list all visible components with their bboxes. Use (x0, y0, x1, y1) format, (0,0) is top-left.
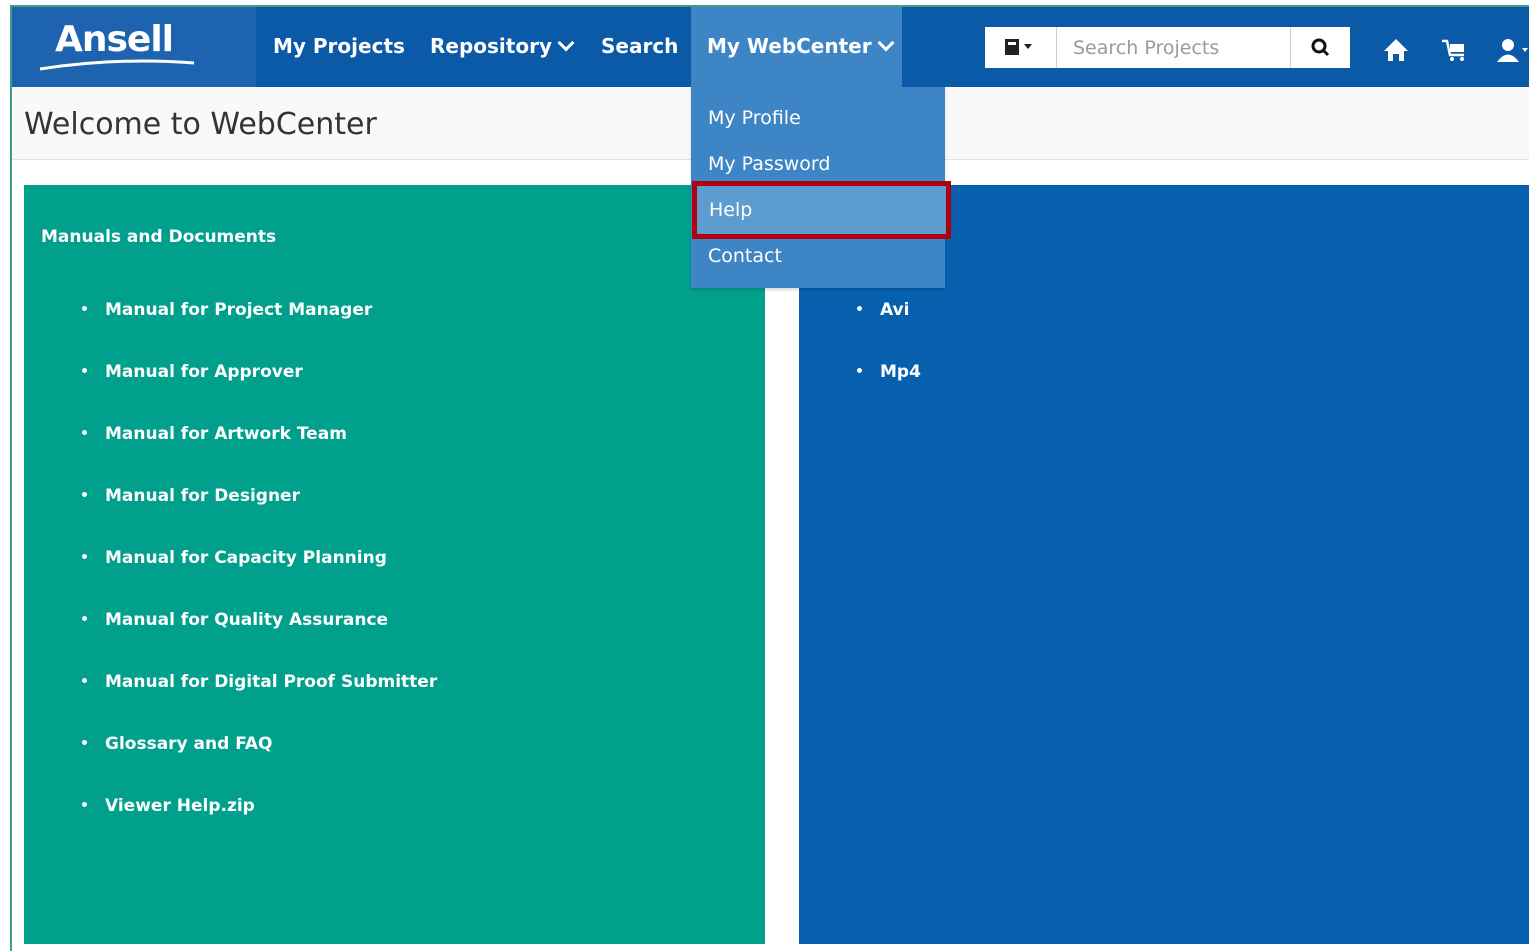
nav-label: Search (601, 34, 679, 58)
bullet-icon (82, 678, 87, 683)
list-item[interactable]: Manual for Artwork Team (82, 424, 347, 444)
menu-item-label: Contact (708, 245, 782, 267)
menu-item-my-profile[interactable]: My Profile (691, 95, 945, 141)
search-type-button[interactable] (985, 27, 1057, 68)
bullet-icon (82, 740, 87, 745)
top-navbar: Ansell My Projects Repository Search My … (12, 7, 1529, 87)
manual-link[interactable]: Manual for Approver (105, 362, 303, 382)
bullet-icon (82, 368, 87, 373)
manual-link[interactable]: Viewer Help.zip (105, 796, 255, 816)
nav-search[interactable]: Search (601, 34, 678, 58)
list-item[interactable]: Manual for Approver (82, 362, 303, 382)
logo-swoosh-icon (39, 59, 195, 71)
list-item[interactable]: Manual for Quality Assurance (82, 610, 388, 630)
menu-item-contact[interactable]: Contact (691, 233, 945, 279)
bullet-icon (82, 492, 87, 497)
menu-item-help[interactable]: Help (692, 181, 951, 239)
chevron-down-icon (557, 34, 575, 52)
bullet-icon (857, 368, 862, 373)
chevron-down-icon (877, 34, 895, 52)
manual-link[interactable]: Manual for Capacity Planning (105, 548, 387, 568)
nav-label: Repository (430, 34, 552, 58)
menu-item-label: My Profile (708, 107, 801, 129)
list-item[interactable]: Manual for Project Manager (82, 300, 372, 320)
logo-text: Ansell (55, 19, 174, 60)
manual-link[interactable]: Manual for Project Manager (105, 300, 372, 320)
video-link[interactable]: Avi (880, 300, 909, 320)
page-title: Welcome to WebCenter (24, 107, 377, 142)
list-item[interactable]: Manual for Capacity Planning (82, 548, 387, 568)
manual-link[interactable]: Manual for Designer (105, 486, 300, 506)
bullet-icon (82, 616, 87, 621)
nav-my-projects[interactable]: My Projects (273, 34, 405, 58)
nav-label: My Projects (273, 34, 405, 58)
nav-label: My WebCenter (707, 34, 872, 58)
list-item[interactable]: Glossary and FAQ (82, 734, 273, 754)
manual-link[interactable]: Manual for Digital Proof Submitter (105, 672, 437, 692)
list-item[interactable]: Manual for Designer (82, 486, 300, 506)
bullet-icon (82, 802, 87, 807)
cart-icon[interactable] (1440, 37, 1470, 63)
list-item[interactable]: Viewer Help.zip (82, 796, 255, 816)
bullet-icon (82, 430, 87, 435)
search-button[interactable] (1290, 27, 1350, 68)
search-icon (1311, 38, 1330, 57)
list-item[interactable]: Avi (857, 300, 909, 320)
manual-link[interactable]: Manual for Quality Assurance (105, 610, 388, 630)
menu-item-label: Help (709, 199, 753, 221)
manuals-heading: Manuals and Documents (41, 227, 277, 247)
user-icon[interactable] (1496, 37, 1529, 63)
video-link[interactable]: Mp4 (880, 362, 921, 382)
logo[interactable]: Ansell (12, 7, 256, 87)
list-item[interactable]: Manual for Digital Proof Submitter (82, 672, 437, 692)
bullet-icon (857, 306, 862, 311)
nav-repository[interactable]: Repository (430, 34, 575, 58)
nav-my-webcenter[interactable]: My WebCenter (707, 34, 895, 58)
videos-panel: Avi Mp4 (799, 185, 1529, 944)
manual-link[interactable]: Manual for Artwork Team (105, 424, 347, 444)
manuals-panel: Manuals and Documents Manual for Project… (24, 185, 765, 944)
home-icon[interactable] (1382, 37, 1410, 63)
search-input[interactable] (1057, 27, 1290, 68)
list-item[interactable]: Mp4 (857, 362, 921, 382)
bullet-icon (82, 554, 87, 559)
document-type-icon (1005, 39, 1032, 55)
menu-item-label: My Password (708, 153, 831, 175)
manual-link[interactable]: Glossary and FAQ (105, 734, 273, 754)
bullet-icon (82, 306, 87, 311)
